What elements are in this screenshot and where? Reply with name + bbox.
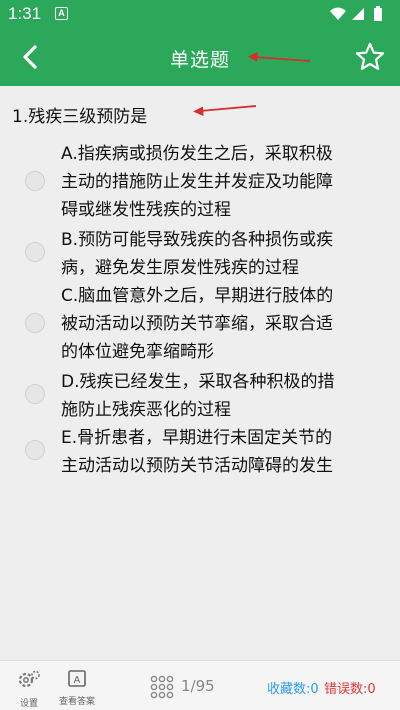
- annotation-arrow-question: [193, 105, 257, 116]
- page-title: 单选题: [169, 49, 230, 71]
- option-line: A.指疾病或损伤发生之后，采取积极: [61, 144, 333, 164]
- option-line: 碍或继发性残疾的过程: [61, 200, 231, 220]
- option-radio[interactable]: [25, 242, 45, 262]
- option-d-text: D.残疾已经发生，采取各种积极的措 施防止残疾恶化的过程: [61, 368, 387, 424]
- gear-icon: [18, 670, 40, 688]
- wifi-icon: [330, 7, 346, 20]
- header-bar: 单选题: [0, 28, 400, 86]
- answer-sheet-icon: A: [68, 670, 86, 687]
- system-status-icons: [330, 6, 382, 21]
- option-a-text: A.指疾病或损伤发生之后，采取积极 主动的措施防止发生并发症及功能障 碍或继发性…: [61, 140, 387, 224]
- bottom-toolbar: 设置 A 查看答案 1/95 收藏数:0 错误数:0: [0, 660, 400, 710]
- option-line: 病，避免发生原发性残疾的过程: [61, 258, 299, 278]
- settings-label: 设置: [19, 699, 38, 709]
- settings-button[interactable]: 设置: [12, 669, 46, 709]
- battery-icon: [374, 6, 382, 21]
- signal-icon: [352, 8, 364, 20]
- status-time: 1:31: [8, 4, 42, 23]
- question-navigator-button[interactable]: 1/95: [150, 675, 215, 699]
- option-b-text: B.预防可能导致残疾的各种损伤或疾 病，避免发生原发性残疾的过程: [61, 226, 387, 282]
- question-text: 1.残疾三级预防是: [12, 107, 148, 127]
- svg-text:A: A: [74, 675, 81, 686]
- option-radio[interactable]: [25, 440, 45, 460]
- star-icon[interactable]: [354, 41, 386, 73]
- favorites-count: 收藏数:0: [267, 682, 319, 697]
- option-line: D.残疾已经发生，采取各种积极的措: [61, 372, 335, 392]
- progress-counter: 1/95: [181, 677, 215, 695]
- grid-icon: [150, 675, 174, 699]
- errors-count: 错误数:0: [324, 682, 376, 697]
- option-line: 主动活动以预防关节活动障碍的发生: [61, 456, 333, 476]
- status-bar: 1:31 A: [0, 0, 400, 28]
- screen: 1:31 A 单选题 1.残疾三级预防是 A.指疾病或损伤发生之后，采取积极 主…: [0, 0, 400, 710]
- view-answer-label: 查看答案: [58, 697, 95, 707]
- notification-icon: A: [55, 7, 68, 20]
- option-e-text: E.骨折患者，早期进行未固定关节的 主动活动以预防关节活动障碍的发生: [61, 424, 387, 480]
- option-line: 施防止残疾恶化的过程: [61, 400, 231, 420]
- option-c-text: C.脑血管意外之后，早期进行肢体的 被动活动以预防关节挛缩，采取合适 的体位避免…: [61, 282, 387, 366]
- option-line: 的体位避免挛缩畸形: [61, 342, 214, 362]
- option-line: 被动活动以预防关节挛缩，采取合适: [61, 314, 333, 334]
- option-radio[interactable]: [25, 384, 45, 404]
- option-line: 主动的措施防止发生并发症及功能障: [61, 172, 333, 192]
- option-radio[interactable]: [25, 313, 45, 333]
- option-line: C.脑血管意外之后，早期进行肢体的: [61, 286, 334, 306]
- view-answer-button[interactable]: A 查看答案: [56, 669, 98, 707]
- option-line: B.预防可能导致残疾的各种损伤或疾: [61, 230, 334, 250]
- option-radio[interactable]: [25, 171, 45, 191]
- option-line: E.骨折患者，早期进行未固定关节的: [61, 428, 333, 448]
